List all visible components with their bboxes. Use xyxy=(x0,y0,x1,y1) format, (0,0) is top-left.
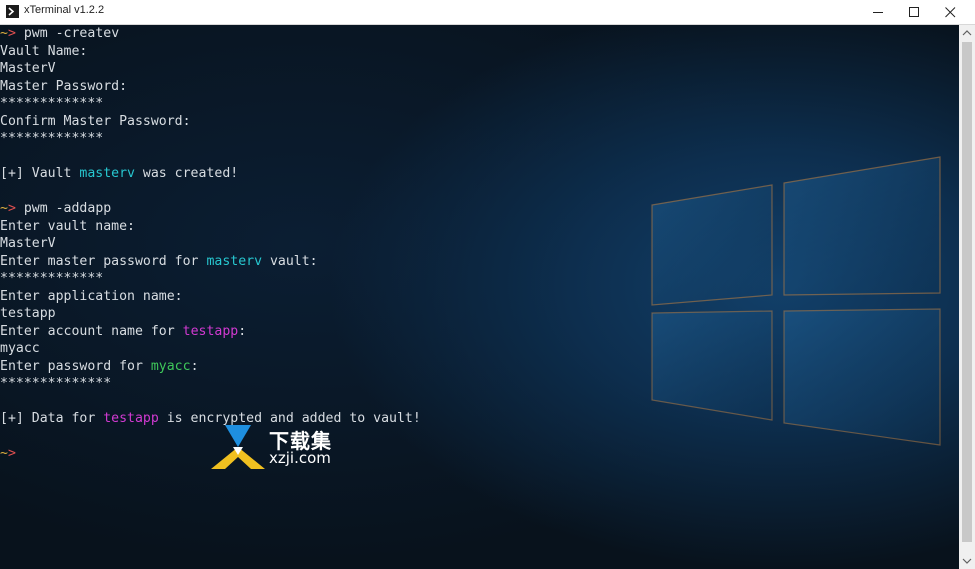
close-button[interactable] xyxy=(932,0,968,25)
terminal-line: Enter vault name: xyxy=(0,218,421,236)
terminal-line: myacc xyxy=(0,340,421,358)
output-text: vault: xyxy=(262,253,318,269)
prompt-tilde: ~ xyxy=(0,201,8,216)
terminal-line: [+] Vault masterv was created! xyxy=(0,165,421,183)
terminal-line: MasterV xyxy=(0,60,421,78)
download-watermark: 下载集 xzji.com xyxy=(211,425,361,475)
output-text: Enter password for xyxy=(0,358,151,374)
terminal-line: Enter master password for masterv vault: xyxy=(0,253,421,271)
output-text: Vault Name: xyxy=(0,43,88,59)
terminal-line: testapp xyxy=(0,305,421,323)
title-bar[interactable]: xTerminal v1.2.2 xyxy=(0,0,975,25)
output-text: Enter account name for xyxy=(0,323,183,339)
prompt-arrow: > xyxy=(7,201,16,216)
output-text: Enter application name: xyxy=(0,288,183,304)
prompt-tilde: ~ xyxy=(0,26,8,41)
terminal-line: ~> pwm -createv xyxy=(0,25,421,43)
terminal-line: Master Password: xyxy=(0,78,421,96)
maximize-button[interactable] xyxy=(896,0,932,25)
highlighted-name: masterv xyxy=(79,166,135,181)
output-text: ************* xyxy=(0,131,104,146)
highlighted-name: testapp xyxy=(103,411,159,426)
vertical-scrollbar[interactable] xyxy=(959,25,975,569)
output-text: ************* xyxy=(0,271,104,286)
scroll-thumb[interactable] xyxy=(962,42,972,542)
terminal-line: Enter account name for testapp: xyxy=(0,323,421,341)
command-text: pwm -createv xyxy=(23,26,120,41)
output-text: [+] Vault xyxy=(0,166,80,181)
output-text: MasterV xyxy=(0,61,56,76)
output-text: MasterV xyxy=(0,236,56,251)
output-text: Enter vault name: xyxy=(0,218,135,234)
shell-prompt: ~> xyxy=(0,26,16,41)
scroll-up-button[interactable] xyxy=(959,25,975,41)
terminal-window: xTerminal v1.2.2 ~> pwm -createv Vault Na… xyxy=(0,0,975,569)
minimize-button[interactable] xyxy=(860,0,896,25)
watermark-en: xzji.com xyxy=(269,449,331,467)
highlighted-name: myacc xyxy=(150,358,191,374)
output-text: myacc xyxy=(0,341,40,356)
scroll-up-icon xyxy=(962,30,972,36)
terminal-line: ************** xyxy=(0,375,421,393)
highlighted-name: masterv xyxy=(206,253,263,269)
terminal-line: Vault Name: xyxy=(0,43,421,61)
command-text: pwm -addapp xyxy=(23,201,112,216)
shell-prompt: ~> xyxy=(0,201,16,216)
terminal-output[interactable]: ~> pwm -createv Vault Name: MasterV Master … xyxy=(0,25,959,569)
windows-logo xyxy=(651,156,941,446)
highlighted-name: testapp xyxy=(182,323,239,339)
prompt-arrow: > xyxy=(7,446,16,461)
terminal-line: Enter application name: xyxy=(0,288,421,306)
output-text: [+] Data for xyxy=(0,411,104,426)
output-text: ************** xyxy=(0,376,112,391)
window-title: xTerminal v1.2.2 xyxy=(24,4,105,16)
output-text: Master Password: xyxy=(0,78,128,94)
shell-prompt: ~> xyxy=(0,446,16,461)
output-text: Confirm Master Password: xyxy=(0,113,191,129)
scroll-down-button[interactable] xyxy=(959,553,975,569)
terminal-line: ************* xyxy=(0,130,421,148)
output-text: Enter master password for xyxy=(0,253,207,269)
terminal-line: Confirm Master Password: xyxy=(0,113,421,131)
output-text: : xyxy=(190,358,199,374)
terminal-line: Enter password for myacc: xyxy=(0,358,421,376)
output-text: is encrypted and added to vault! xyxy=(158,411,421,426)
scroll-down-icon xyxy=(962,558,972,564)
terminal-line: MasterV xyxy=(0,235,421,253)
maximize-icon xyxy=(909,7,919,17)
terminal-line: ************* xyxy=(0,95,421,113)
output-text: testapp xyxy=(0,306,56,321)
terminal-line: ~> pwm -addapp xyxy=(0,200,421,218)
output-text: ************* xyxy=(0,96,104,111)
minimize-icon xyxy=(873,12,883,13)
terminal-app-icon xyxy=(6,5,19,18)
terminal-line: ************* xyxy=(0,270,421,288)
output-text: was created! xyxy=(134,166,239,181)
prompt-tilde: ~ xyxy=(0,446,8,461)
download-logo xyxy=(211,425,265,469)
close-icon xyxy=(945,7,956,18)
prompt-arrow: > xyxy=(7,26,16,41)
output-text: : xyxy=(238,323,247,339)
terminal-lines: ~> pwm -createv Vault Name: MasterV Master … xyxy=(0,25,421,463)
